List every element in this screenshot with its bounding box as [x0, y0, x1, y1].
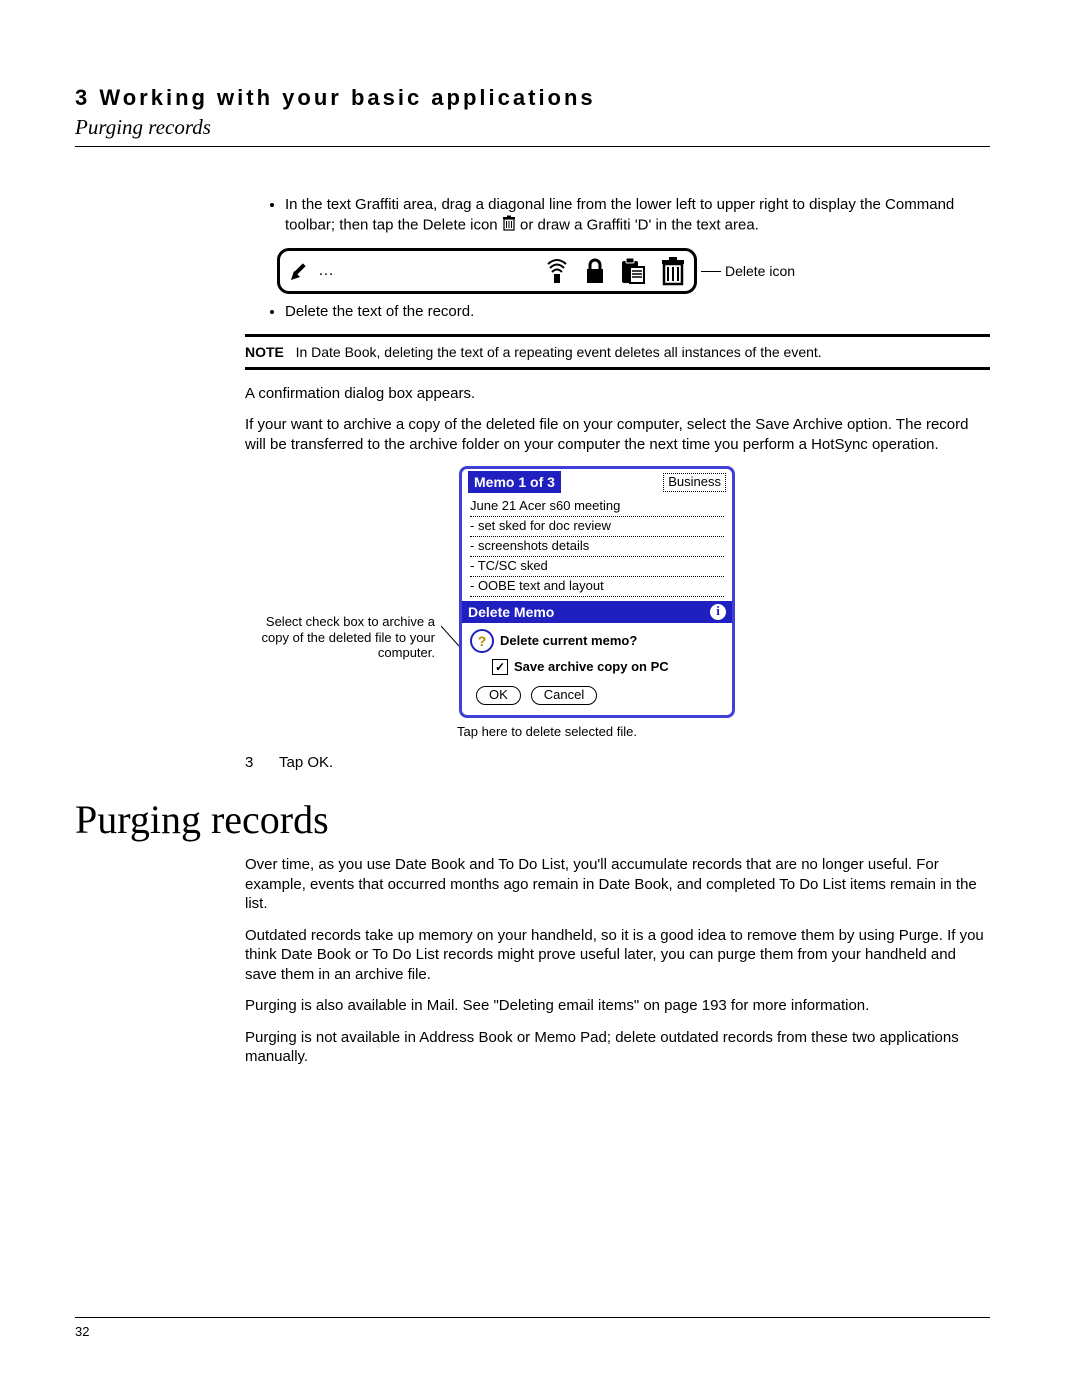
memo-title: Memo 1 of 3 [468, 471, 561, 493]
memo-figure: Select check box to archive a copy of th… [245, 466, 990, 718]
paste-icon [620, 257, 646, 285]
dialog-titlebar: Delete Memo i [462, 601, 732, 623]
paragraph: Over time, as you use Date Book and To D… [245, 855, 990, 914]
section-heading: Purging records [75, 796, 990, 843]
figure-annotation-below: Tap here to delete selected file. [457, 724, 990, 741]
page-footer: 32 [75, 1317, 990, 1339]
command-toolbar-figure: … [277, 248, 990, 294]
memo-category: Business [663, 473, 726, 492]
page-number: 32 [75, 1324, 990, 1339]
figure-annotation-left: Select check box to archive a copy of th… [245, 614, 441, 661]
section-body: Over time, as you use Date Book and To D… [245, 855, 990, 1067]
toolbar-dots: … [318, 261, 336, 282]
bullet-item: In the text Graffiti area, drag a diagon… [285, 195, 990, 236]
memo-line: - set sked for doc review [470, 517, 724, 537]
chapter-title: 3 Working with your basic applications [75, 85, 990, 111]
ok-button[interactable]: OK [476, 686, 521, 705]
memo-line: - OOBE text and layout [470, 577, 724, 597]
page: 3 Working with your basic applications P… [0, 0, 1080, 1397]
step-number: 3 [245, 753, 261, 773]
memo-line: - screenshots details [470, 537, 724, 557]
note-label: NOTE [245, 344, 284, 360]
command-toolbar: … [277, 248, 697, 294]
cancel-button[interactable]: Cancel [531, 686, 597, 705]
dialog-title: Delete Memo [468, 603, 554, 621]
page-header: 3 Working with your basic applications P… [75, 85, 990, 147]
pen-icon [288, 259, 312, 283]
memo-screenshot: Memo 1 of 3 Business June 21 Acer s60 me… [459, 466, 735, 718]
trash-icon [502, 215, 516, 237]
bullet-item: Delete the text of the record. [285, 302, 990, 322]
note-text: In Date Book, deleting the text of a rep… [296, 344, 822, 360]
memo-body: June 21 Acer s60 meeting - set sked for … [462, 495, 732, 600]
step-row: 3 Tap OK. [245, 753, 990, 773]
chapter-subtitle: Purging records [75, 115, 990, 140]
question-icon: ? [470, 629, 494, 653]
archive-checkbox-label: Save archive copy on PC [514, 659, 669, 676]
note-block: NOTE In Date Book, deleting the text of … [245, 334, 990, 370]
toolbar-callout-label: Delete icon [725, 262, 795, 280]
memo-titlebar: Memo 1 of 3 Business [462, 469, 732, 495]
bullet-text-post: or draw a Graffiti 'D' in the text area. [520, 216, 759, 233]
paragraph: A confirmation dialog box appears. [245, 384, 990, 404]
dialog-question: Delete current memo? [500, 633, 637, 650]
toolbar-callout: Delete icon [697, 262, 795, 280]
memo-line: June 21 Acer s60 meeting [470, 497, 724, 517]
paragraph: Purging is also available in Mail. See "… [245, 996, 990, 1016]
bullet-list: In the text Graffiti area, drag a diagon… [245, 195, 990, 236]
step-text: Tap OK. [279, 753, 333, 773]
memo-line: - TC/SC sked [470, 557, 724, 577]
delete-icon [660, 256, 686, 286]
beam-icon [544, 256, 570, 286]
archive-checkbox[interactable]: ✓ [492, 659, 508, 675]
paragraph: Outdated records take up memory on your … [245, 926, 990, 985]
bullet-list-2: Delete the text of the record. [245, 302, 990, 322]
lock-icon [584, 257, 606, 285]
dialog-body: ? Delete current memo? ✓ Save archive co… [462, 623, 732, 715]
paragraph: If your want to archive a copy of the de… [245, 415, 990, 454]
paragraph: Purging is not available in Address Book… [245, 1028, 990, 1067]
info-icon: i [710, 604, 726, 620]
body-content: In the text Graffiti area, drag a diagon… [245, 195, 990, 772]
leader-line-icon [441, 466, 459, 686]
